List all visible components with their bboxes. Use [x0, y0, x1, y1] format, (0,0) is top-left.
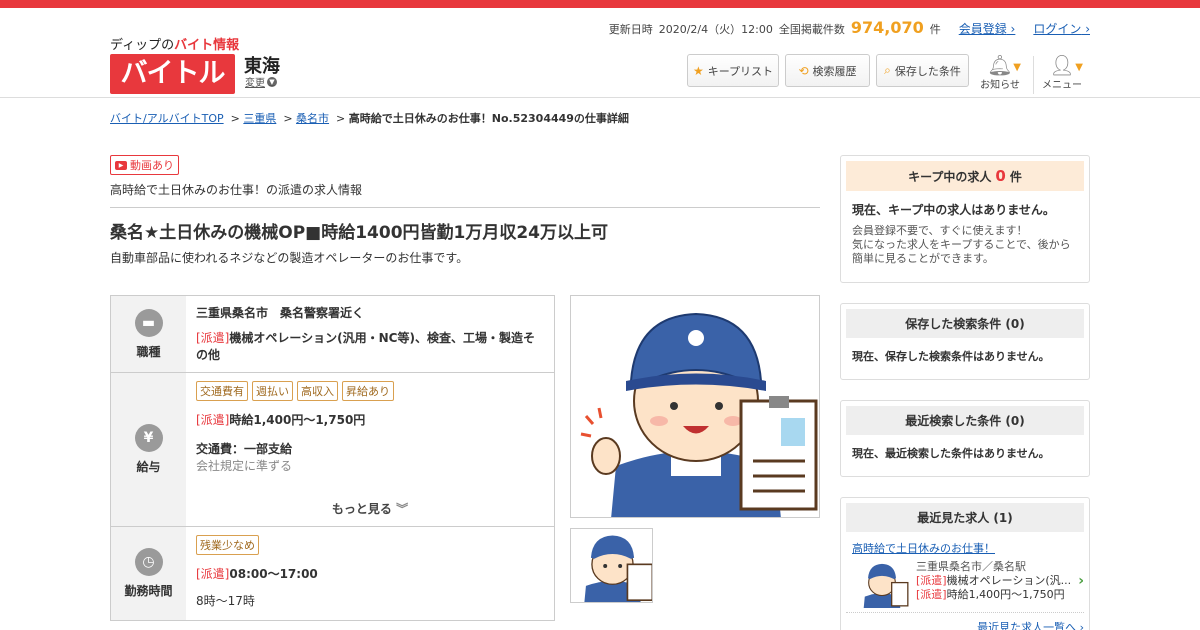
- worker-illustration: [580, 312, 818, 517]
- star-icon: ★: [692, 63, 704, 78]
- brand-top-bar: [0, 0, 1200, 8]
- saved-conditions-panel: 保存した検索条件 (0) 現在、保存した検索条件はありません。: [840, 303, 1090, 380]
- recent-job-type: 機械オペレーション(汎...: [946, 574, 1072, 587]
- keep-empty-text: 現在、キープ中の求人はありません。: [852, 203, 1055, 217]
- logo-tagline: ディップのバイト情報: [110, 38, 240, 53]
- breadcrumb-pref[interactable]: 三重県: [243, 112, 276, 125]
- site-header: ディップのバイト情報 バイトル 東海 変更 ▼ 更新日時 2020/2/4（火）1…: [0, 8, 1200, 98]
- region-change-link[interactable]: 変更 ▼: [245, 74, 277, 89]
- job-location: 三重県桑名市 桑名警察署近く: [196, 306, 365, 320]
- recent-viewed-panel: 最近見た求人 (1) 高時給で土日休みのお仕事！ 三重県桑名市／桑名駅 [派遣]…: [840, 497, 1090, 630]
- history-icon: ⟲: [798, 63, 809, 78]
- saved-conditions-button[interactable]: ⌕ 保存した条件: [876, 54, 969, 87]
- search-icon: ⌕: [884, 63, 891, 77]
- keep-panel: キープ中の求人 0 件 現在、キープ中の求人はありません。 会員登録不要で、すぐに使…: [840, 155, 1090, 283]
- briefcase-icon: ▬: [134, 308, 163, 337]
- chevron-down-icon: ▼: [267, 76, 277, 87]
- saved-conditions-head: 保存した検索条件 (0): [846, 309, 1084, 338]
- divider: [110, 207, 820, 208]
- breadcrumb: バイト/アルバイトTOP > 三重県 > 桑名市 > 高時給で土日休みのお仕事！…: [110, 112, 629, 125]
- job-thumbnail[interactable]: [570, 528, 653, 603]
- play-icon: ▶: [115, 160, 127, 170]
- recent-search-head: 最近検索した条件 (0): [846, 406, 1084, 435]
- recent-job-wage: 時給1,400円～1,750円: [946, 588, 1065, 601]
- show-more-button[interactable]: もっと見る ︾: [196, 500, 544, 517]
- listing-count: 974,070: [850, 18, 924, 37]
- recent-viewed-head: 最近見た求人 (1): [846, 503, 1084, 532]
- occupation-text: 機械オペレーション(汎用・NC等)、検査、工場・製造その他: [196, 331, 535, 362]
- breadcrumb-current: 高時給で土日休みのお仕事！No.52304449の仕事詳細: [348, 112, 629, 125]
- search-history-button[interactable]: ⟲ 検索履歴: [785, 54, 870, 87]
- wage-text: 時給1,400円～1,750円: [229, 413, 366, 427]
- keep-note: 会員登録不要で、すぐに使えます！ 気になった求人をキープすることで、後から簡単に…: [852, 224, 1071, 265]
- chevron-right-icon: ›: [1078, 573, 1084, 589]
- recent-all-link[interactable]: 最近見た求人一覧へ ›: [846, 612, 1084, 630]
- job-subtitle: 高時給で土日休みのお仕事！の派遣の求人情報: [110, 183, 363, 197]
- job-main-image[interactable]: [570, 295, 820, 518]
- row-hours: ◷ 勤務時間 残業少なめ [派遣]08:00～17:00 8時～17時: [111, 527, 554, 621]
- worker-thumbnail-illustration: [584, 535, 652, 602]
- job-details-table: ▬ 職種 三重県桑名市 桑名警察署近く [派遣]機械オペレーション(汎用・NC等)…: [110, 295, 555, 621]
- row-salary: ¥ 給与 交通費有 週払い 高収入 昇給あり [派遣]時給1,400円～1,750…: [111, 373, 554, 527]
- tag-transport: 交通費有: [196, 381, 248, 401]
- hours-text: 08:00～17:00: [229, 567, 318, 581]
- site-logo[interactable]: バイトル: [110, 54, 235, 94]
- job-description: 自動車部品に使われるネジなどの製造オペレーターのお仕事です。: [110, 251, 469, 265]
- notification-button[interactable]: 🔔︎ ▼ お知らせ: [975, 54, 1025, 91]
- hours-note: 8時～17時: [196, 594, 255, 608]
- chevron-down-icon: ▼: [1013, 62, 1021, 73]
- register-link[interactable]: 会員登録 ›: [959, 20, 1016, 37]
- video-badge: ▶ 動画あり: [110, 155, 179, 175]
- recent-search-empty-text: 現在、最近検索した条件はありません。: [852, 447, 1050, 460]
- yen-icon: ¥: [134, 424, 163, 452]
- tag-less-overtime: 残業少なめ: [196, 535, 259, 555]
- saved-empty-text: 現在、保存した検索条件はありません。: [852, 350, 1050, 363]
- recent-job-link[interactable]: 高時給で土日休みのお仕事！: [846, 532, 1084, 560]
- header-separator: [1033, 56, 1034, 94]
- recent-job-location: 三重県桑名市／桑名駅: [916, 560, 1026, 573]
- clock-icon: ◷: [134, 548, 163, 576]
- keep-list-button[interactable]: ★ キープリスト: [687, 54, 779, 87]
- chevron-down-icon: ▼: [1075, 62, 1083, 73]
- transport-text: 交通費：一部支給: [196, 442, 293, 456]
- keep-panel-head: キープ中の求人 0 件: [846, 161, 1084, 191]
- menu-button[interactable]: 👤︎ ▼ メニュー: [1037, 54, 1087, 91]
- recent-job-item[interactable]: 三重県桑名市／桑名駅 [派遣]機械オペレーション(汎... [派遣]時給1,40…: [846, 560, 1084, 608]
- job-title: 桑名★土日休みの機械OP■時給1400円皆勤1万月収24万以上可: [110, 223, 609, 243]
- double-chevron-down-icon: ︾: [396, 502, 409, 516]
- tag-raise: 昇給あり: [342, 381, 394, 401]
- transport-note: 会社規定に準ずる: [196, 459, 293, 473]
- recent-search-panel: 最近検索した条件 (0) 現在、最近検索した条件はありません。: [840, 400, 1090, 477]
- breadcrumb-city[interactable]: 桑名市: [296, 112, 329, 125]
- update-info: 更新日時 2020/2/4（火）12:00 全国掲載件数 974,070 件 会…: [608, 18, 1090, 37]
- row-occupation: ▬ 職種 三重県桑名市 桑名警察署近く [派遣]機械オペレーション(汎用・NC等)…: [111, 296, 554, 373]
- tag-weekly-pay: 週払い: [252, 381, 293, 401]
- login-link[interactable]: ログイン ›: [1033, 20, 1090, 37]
- recent-job-thumbnail: [863, 563, 909, 608]
- tag-high-income: 高収入: [297, 381, 338, 401]
- breadcrumb-top[interactable]: バイト/アルバイトTOP: [110, 112, 224, 125]
